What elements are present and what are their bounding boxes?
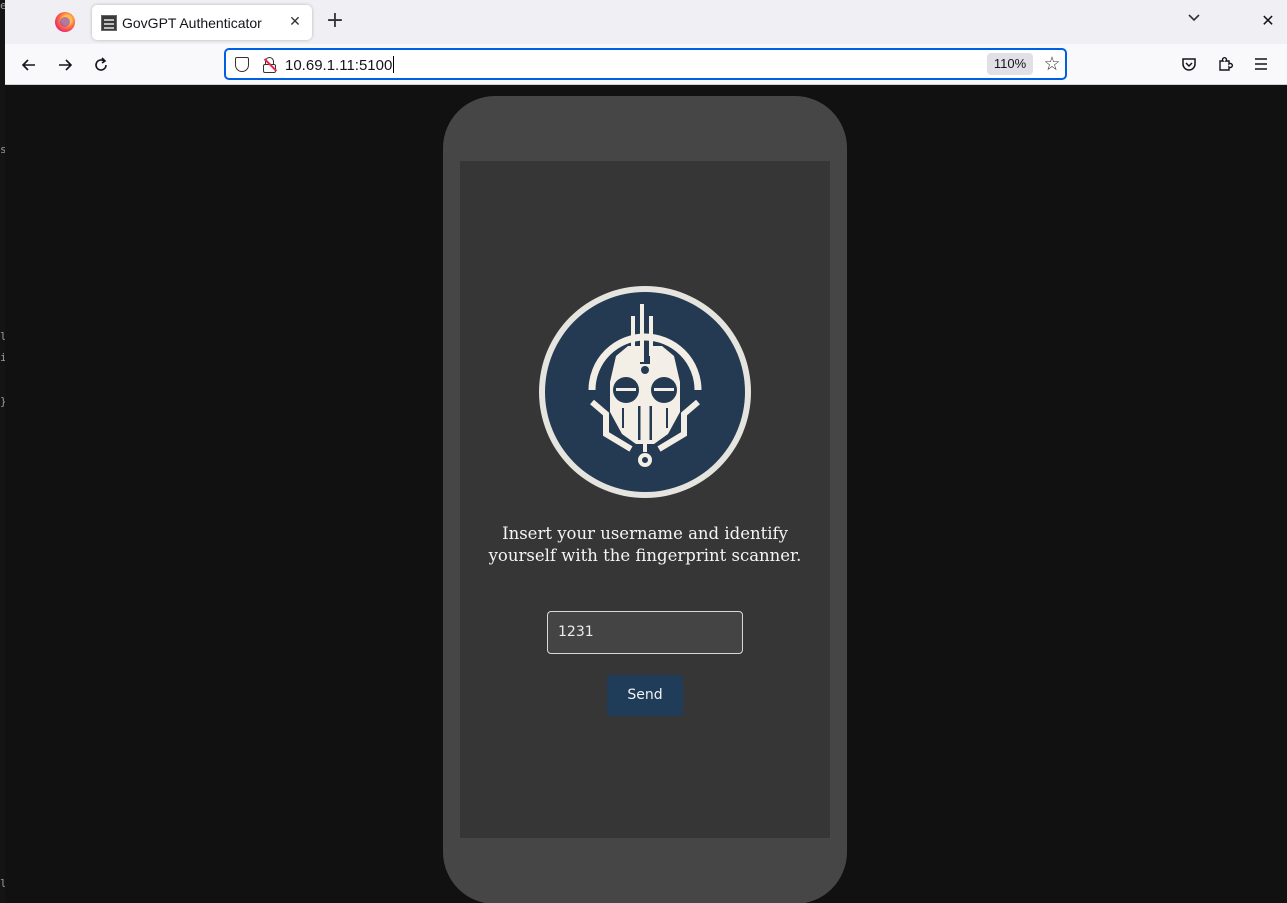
address-bar[interactable]: 10.69.1.11:5100 110% ☆	[224, 48, 1067, 80]
tab-title: GovGPT Authenticator	[122, 14, 262, 31]
tracking-protection-shield-icon[interactable]	[235, 57, 249, 72]
web-content: Insert your username and identify yourse…	[5, 85, 1287, 903]
insecure-connection-lock-icon[interactable]	[263, 57, 278, 73]
navigation-toolbar: 10.69.1.11:5100 110% ☆	[5, 44, 1287, 85]
instruction-text: Insert your username and identify yourse…	[488, 524, 802, 565]
phone-frame: Insert your username and identify yourse…	[443, 96, 847, 903]
list-all-tabs-chevron-icon[interactable]	[1183, 10, 1205, 32]
url-input[interactable]: 10.69.1.11:5100	[285, 56, 395, 74]
tab-strip: GovGPT Authenticator ✕ + ✕	[5, 0, 1287, 44]
tab-govgpt-authenticator[interactable]: GovGPT Authenticator ✕	[92, 5, 312, 40]
phone-screen: Insert your username and identify yourse…	[460, 161, 830, 838]
forward-arrow-icon[interactable]	[52, 52, 78, 78]
pocket-icon[interactable]	[1177, 52, 1201, 76]
hamburger-menu-icon[interactable]	[1249, 52, 1273, 76]
new-tab-plus-icon[interactable]: +	[324, 10, 346, 32]
send-button[interactable]: Send	[607, 675, 683, 716]
reload-icon[interactable]	[88, 52, 114, 78]
govgpt-robot-logo-icon	[539, 286, 751, 498]
zoom-level-badge[interactable]: 110%	[987, 53, 1033, 75]
firefox-logo-icon[interactable]	[55, 12, 75, 32]
extensions-puzzle-icon[interactable]	[1213, 52, 1237, 76]
bookmark-star-icon[interactable]: ☆	[1041, 53, 1063, 75]
tab-favicon-icon	[101, 14, 117, 31]
close-tab-icon[interactable]: ✕	[286, 13, 304, 31]
username-input[interactable]: 1231	[547, 611, 743, 654]
back-arrow-icon[interactable]	[16, 52, 42, 78]
window-close-icon[interactable]: ✕	[1257, 10, 1279, 32]
